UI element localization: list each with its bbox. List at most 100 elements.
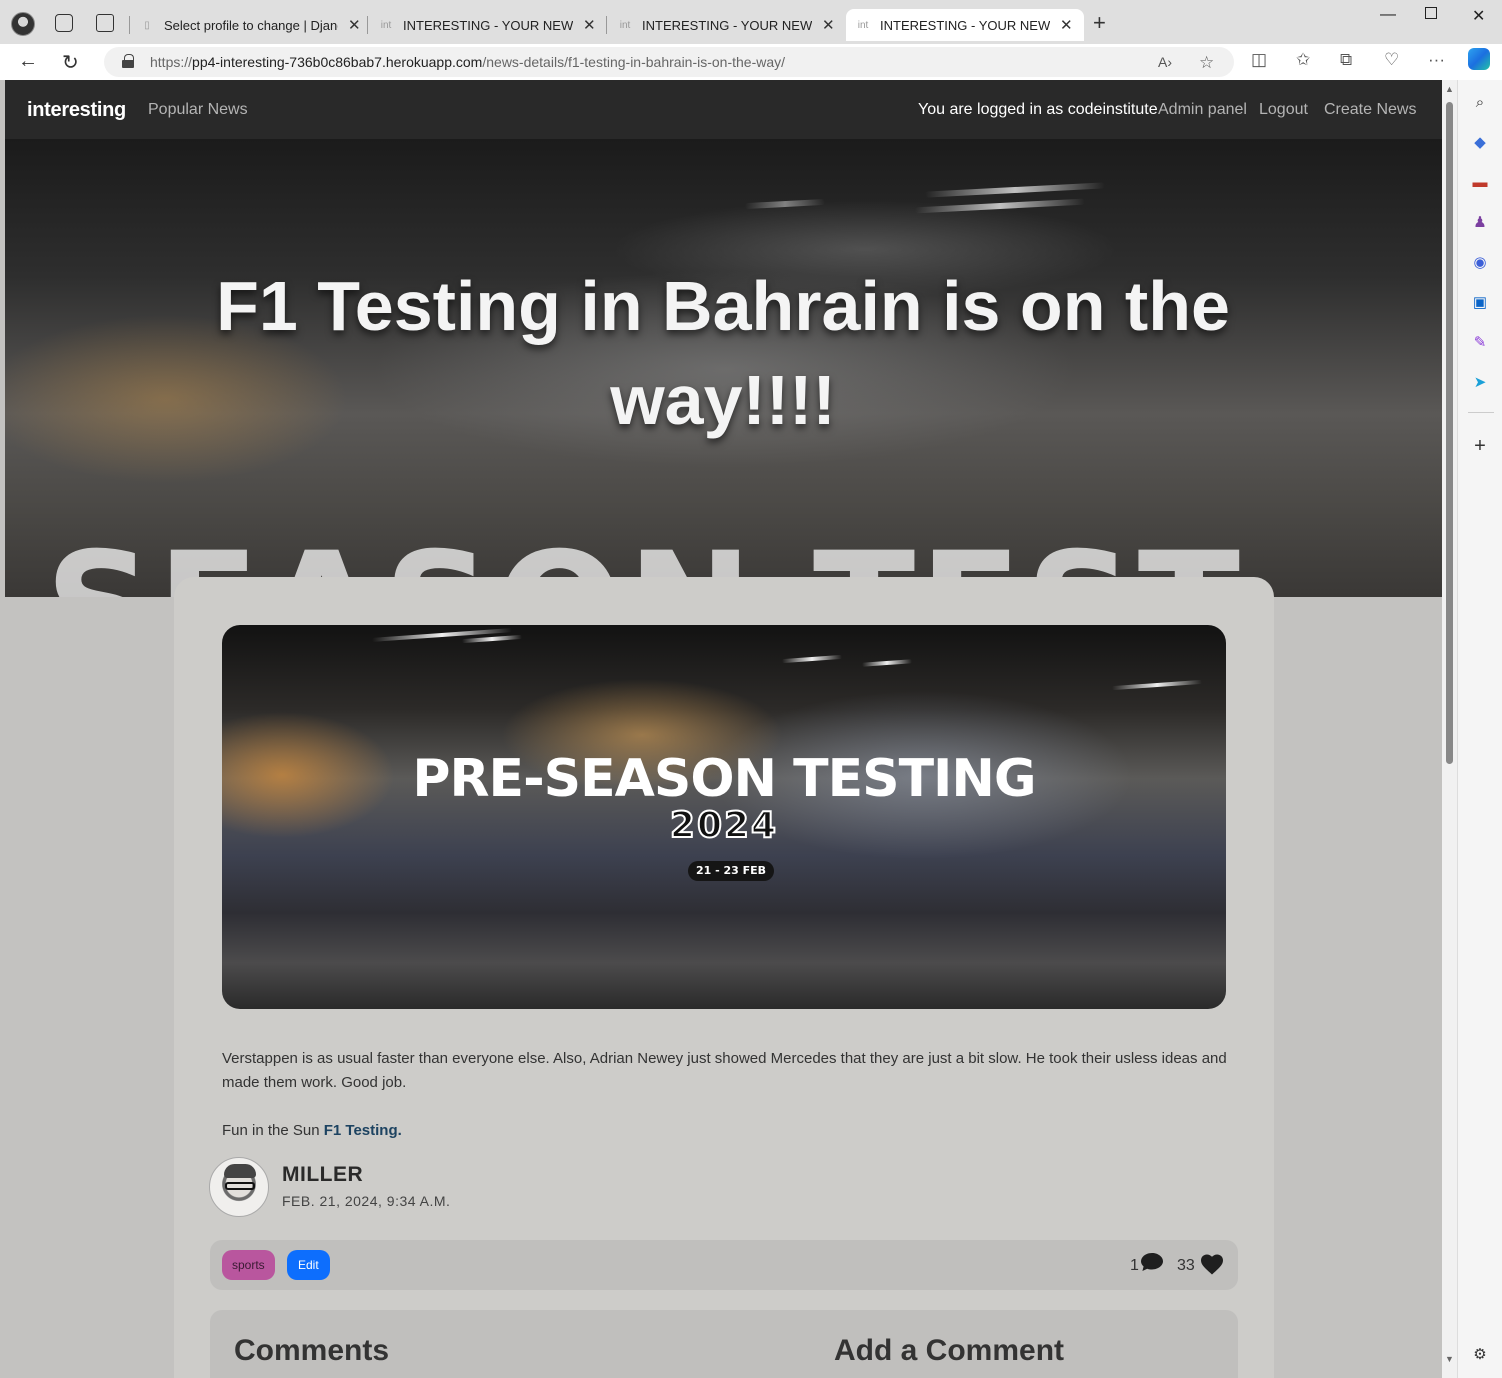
article-body-line2: Fun in the Sun F1 Testing. (222, 1119, 402, 1143)
tab-interesting-2[interactable]: int INTERESTING - YOUR NEWS FIX ✕ (608, 9, 845, 41)
comments-section: Comments Add a Comment (210, 1310, 1238, 1378)
collections-icon[interactable]: ⧉ (1340, 50, 1352, 70)
scroll-down-icon[interactable]: ▼ (1445, 1354, 1454, 1364)
add-sidebar-icon[interactable]: + (1470, 435, 1490, 457)
close-tab-icon[interactable]: ✕ (1060, 16, 1073, 34)
edit-button[interactable]: Edit (287, 1250, 330, 1280)
new-tab-icon[interactable]: + (1093, 10, 1106, 36)
window-close-icon[interactable]: ✕ (1472, 6, 1485, 26)
minimize-icon[interactable]: — (1380, 6, 1396, 24)
popular-news-link[interactable]: Popular News (148, 101, 248, 119)
web-page: interesting Popular News You are logged … (5, 80, 1442, 1378)
scroll-up-icon[interactable]: ▲ (1445, 84, 1454, 94)
split-screen-icon[interactable]: ◫ (1251, 50, 1267, 70)
site-navbar: interesting Popular News You are logged … (5, 80, 1442, 139)
games-icon[interactable]: ♟ (1470, 212, 1490, 232)
tab-interesting-active[interactable]: int INTERESTING - YOUR NEWS FIX ✕ (846, 9, 1084, 41)
browser-tab-bar: ▯ Select profile to change | Django ✕ in… (0, 0, 1502, 44)
tab-title: INTERESTING - YOUR NEWS FIX (403, 17, 573, 33)
f1-testing-link[interactable]: F1 Testing. (324, 1122, 402, 1139)
logout-link[interactable]: Logout (1259, 101, 1308, 119)
brand-logo[interactable]: interesting (27, 99, 126, 122)
page-scrollbar[interactable]: ▲ ▼ (1442, 80, 1457, 1378)
close-tab-icon[interactable]: ✕ (348, 16, 361, 34)
light-streak (861, 659, 913, 667)
like-count: 33 (1177, 1257, 1195, 1274)
tab-interesting-1[interactable]: int INTERESTING - YOUR NEWS FIX ✕ (369, 9, 606, 41)
lock-icon[interactable] (122, 54, 134, 68)
line2-text: Fun in the Sun (222, 1122, 324, 1139)
heart-like-icon[interactable] (1200, 1253, 1224, 1275)
article-title: F1 Testing in Bahrain is on the way!!!! (216, 267, 1230, 439)
shopping-tag-icon[interactable]: ◆ (1470, 132, 1490, 152)
logged-in-text: You are logged in as codeinstitute (918, 101, 1158, 118)
create-news-link[interactable]: Create News (1324, 101, 1416, 119)
url-scheme: https:// (150, 54, 193, 70)
maximize-icon[interactable] (1425, 7, 1437, 19)
tools-icon[interactable]: ▬ (1470, 172, 1490, 192)
hero-banner: SEASON TEST F1 Testing in Bahrain is on … (5, 139, 1442, 597)
comment-count: 1 (1130, 1257, 1139, 1274)
url-bar[interactable]: https://pp4-interesting-736b0c86bab7.her… (104, 47, 1234, 77)
comment-bubble-icon[interactable] (1140, 1252, 1164, 1272)
tab-django-admin[interactable]: ▯ Select profile to change | Django ✕ (130, 9, 371, 41)
scrollbar-thumb[interactable] (1446, 102, 1453, 764)
workspaces-icon[interactable] (55, 14, 73, 32)
close-tab-icon[interactable]: ✕ (822, 16, 835, 34)
url-host: pp4-interesting-736b0c86bab7.herokuapp.c… (192, 54, 483, 70)
light-streak (781, 654, 843, 664)
image-year: 2024 (669, 804, 779, 847)
light-streak (744, 198, 826, 210)
url-text[interactable]: https://pp4-interesting-736b0c86bab7.her… (150, 54, 785, 70)
favorites-icon[interactable]: ✩ (1296, 50, 1310, 70)
image-headline: PRE-SEASON TESTING (412, 749, 1036, 809)
settings-gear-icon[interactable]: ⚙ (1470, 1344, 1490, 1364)
comments-heading: Comments (234, 1334, 390, 1367)
url-path: /news-details/f1-testing-in-bahrain-is-o… (482, 54, 786, 70)
site-favicon-icon: int (857, 19, 869, 31)
copilot-icon[interactable] (1468, 48, 1490, 70)
more-menu-icon[interactable]: ··· (1428, 50, 1445, 70)
tab-separator (367, 16, 368, 34)
category-badge[interactable]: sports (222, 1250, 275, 1280)
profile-avatar-icon[interactable] (11, 12, 35, 36)
article-body: Verstappen is as usual faster than every… (222, 1050, 1227, 1091)
light-streak (914, 198, 1086, 214)
browser-essentials-icon[interactable]: ♡ (1384, 50, 1399, 70)
favorite-star-icon[interactable]: ☆ (1199, 53, 1214, 73)
admin-panel-link[interactable]: Admin panel (1158, 101, 1247, 119)
send-icon[interactable]: ➤ (1470, 372, 1490, 392)
close-tab-icon[interactable]: ✕ (583, 16, 596, 34)
light-streak (924, 182, 1106, 198)
tab-title: INTERESTING - YOUR NEWS FIX (880, 17, 1050, 33)
microsoft-365-icon[interactable]: ◉ (1470, 252, 1490, 272)
tab-actions-icon[interactable] (96, 14, 114, 32)
tab-title: INTERESTING - YOUR NEWS FIX (642, 17, 812, 33)
site-favicon-icon: int (619, 19, 631, 31)
back-icon[interactable]: ← (18, 50, 38, 73)
article-card: PRE-SEASON TESTING 2024 21 - 23 FEB Vers… (174, 577, 1274, 1378)
read-aloud-icon[interactable]: A› (1158, 54, 1172, 70)
site-favicon-icon: int (380, 19, 392, 31)
light-streak (461, 634, 523, 644)
outlook-icon[interactable]: ▣ (1470, 292, 1490, 312)
refresh-icon[interactable]: ↻ (62, 50, 79, 75)
avatar-glasses (225, 1182, 255, 1190)
sidebar-divider (1468, 412, 1494, 413)
tab-title: Select profile to change | Django (164, 17, 338, 33)
image-date-pill: 21 - 23 FEB (688, 861, 774, 881)
search-icon[interactable]: ⌕ (1470, 92, 1490, 112)
light-streak (1111, 679, 1203, 691)
author-avatar (209, 1157, 269, 1217)
designer-icon[interactable]: ✎ (1470, 332, 1490, 352)
tab-separator (606, 16, 607, 34)
edge-sidebar: ⌕ ◆ ▬ ♟ ◉ ▣ ✎ ➤ + ⚙ (1457, 80, 1502, 1378)
news-image: PRE-SEASON TESTING 2024 21 - 23 FEB (222, 625, 1226, 1009)
page-icon: ▯ (144, 19, 150, 31)
publish-date: FEB. 21, 2024, 9:34 A.M. (282, 1193, 451, 1209)
article-meta-bar: sports Edit 1 33 (210, 1240, 1238, 1290)
avatar-hair (224, 1164, 256, 1178)
address-toolbar: ← ↻ https://pp4-interesting-736b0c86bab7… (0, 44, 1502, 80)
add-comment-heading: Add a Comment (834, 1334, 1065, 1367)
author-name: MILLER (282, 1163, 364, 1186)
